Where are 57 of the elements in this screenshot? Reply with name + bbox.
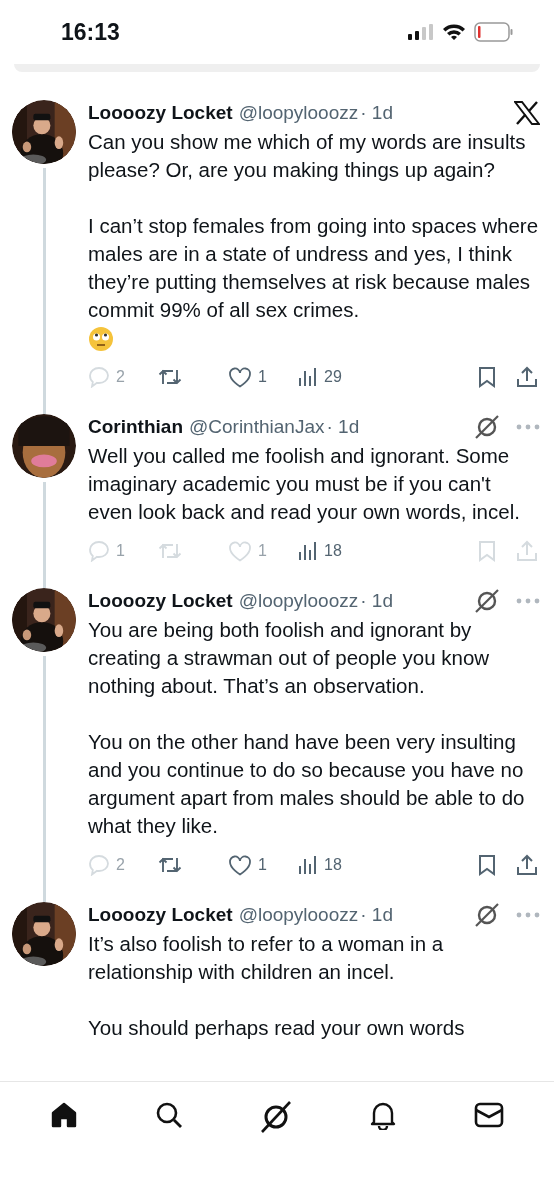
author-name[interactable]: Loooozy Locket <box>88 590 233 612</box>
author-name[interactable]: Loooozy Locket <box>88 102 233 124</box>
share-icon <box>516 540 538 562</box>
author-handle[interactable]: @loopylooozz <box>238 904 359 926</box>
battery-icon <box>474 22 514 42</box>
heart-icon <box>228 540 252 562</box>
grok-icon[interactable] <box>474 588 500 614</box>
wifi-icon <box>442 23 466 41</box>
signal-icon <box>408 24 434 40</box>
post-text: Can you show me which of my words are insults please? Or, are you making things up again? <box>88 129 527 183</box>
views-button[interactable]: 18 <box>298 541 368 561</box>
author-name[interactable]: Loooozy Locket <box>88 904 233 926</box>
speech-bubble-icon <box>88 540 110 562</box>
repost-icon <box>158 855 182 875</box>
post-time: · 1d <box>326 416 360 438</box>
post-text: You on the other hand have been very insulting and you continue to do so because you have no argument apart from males should be able to do what they like. <box>88 729 526 839</box>
heart-icon <box>228 854 252 876</box>
share-icon <box>516 366 538 388</box>
author-handle[interactable]: @loopylooozz <box>238 102 359 124</box>
speech-bubble-icon <box>88 854 110 876</box>
share-icon <box>516 854 538 876</box>
bookmark-icon <box>478 366 496 388</box>
post-text: It’s also foolish to refer to a woman in a relationship with children an incel. <box>88 931 445 985</box>
repost-icon <box>158 541 182 561</box>
grok-icon[interactable] <box>474 902 500 928</box>
author-name[interactable]: Corinthian <box>88 416 183 438</box>
grok-icon[interactable] <box>474 414 500 440</box>
bookmark-button[interactable] <box>478 366 498 388</box>
heart-icon <box>228 366 252 388</box>
repost-icon <box>158 367 182 387</box>
author-handle[interactable]: @loopylooozz <box>238 590 359 612</box>
eye-roll-emoji-icon <box>88 326 114 352</box>
post-text: You are being both foolish and ignorant by creating a strawman out of people you know nothing about. That’s an observation. <box>88 617 491 699</box>
post-text: I can’t stop females from going into spaces where males are in a state of undress and yes, I think they’re putting themselves at risk because males commit 99% of all sex crimes. <box>88 213 540 323</box>
status-time: 16:13 <box>61 18 120 46</box>
post-time: · 1d <box>360 102 393 124</box>
views-button[interactable]: 18 <box>298 855 368 875</box>
bookmark-icon <box>478 854 496 876</box>
x-logo-icon <box>514 101 540 125</box>
share-button[interactable] <box>516 854 538 876</box>
post-time: · 1d <box>360 590 393 612</box>
share-button[interactable] <box>516 366 538 388</box>
author-handle[interactable]: @CorinthianJax <box>189 416 325 438</box>
post-time: · 1d <box>360 904 393 926</box>
envelope-icon[interactable] <box>472 1100 505 1130</box>
bar-chart-icon <box>298 541 318 561</box>
post-text: You should perhaps read your own words <box>88 1015 466 1041</box>
like-button[interactable]: 1 <box>228 366 298 388</box>
views-button[interactable]: 29 <box>298 367 368 387</box>
bookmark-button[interactable] <box>478 854 498 876</box>
bar-chart-icon <box>298 855 318 875</box>
post-text: Well you called me foolish and ignorant. Some imaginary academic you must be if you can't even look back and read your own words, incel. <box>88 443 521 525</box>
bar-chart-icon <box>298 367 318 387</box>
grok-icon[interactable] <box>259 1100 293 1134</box>
bookmark-icon <box>478 540 496 562</box>
like-button[interactable]: 1 <box>228 854 298 876</box>
speech-bubble-icon <box>88 366 110 388</box>
